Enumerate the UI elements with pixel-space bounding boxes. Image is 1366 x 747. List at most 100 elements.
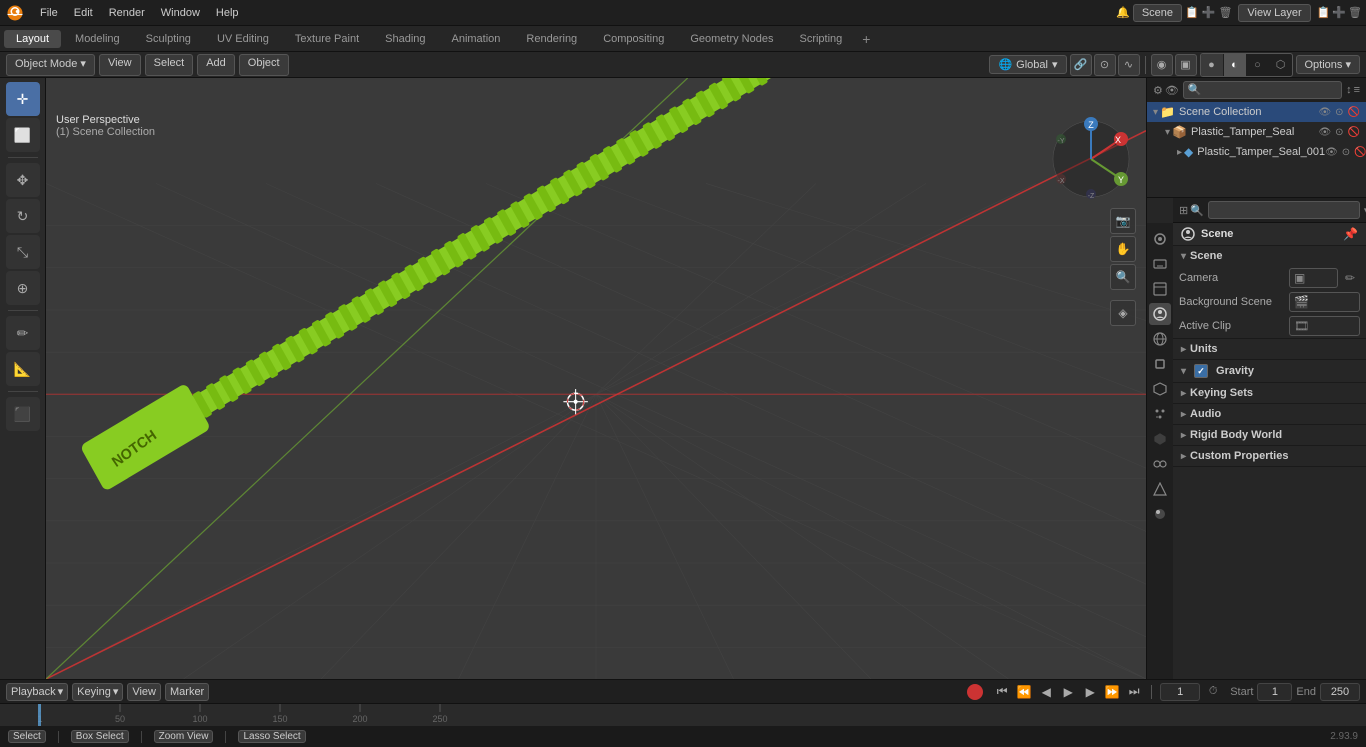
record-button[interactable] [967, 684, 983, 700]
prop-tab-scene[interactable] [1149, 303, 1171, 325]
object-menu[interactable]: Object [239, 54, 289, 76]
end-frame-input[interactable]: 250 [1320, 683, 1360, 701]
props-search-input[interactable] [1208, 201, 1360, 219]
tool-select-box[interactable]: ⬜ [6, 118, 40, 152]
rendered-shading[interactable]: ○ [1247, 54, 1269, 76]
start-frame-input[interactable]: 1 [1257, 683, 1292, 701]
transport-jump-end[interactable]: ⏭ [1125, 683, 1143, 701]
view-layer-selector[interactable]: View Layer [1238, 4, 1310, 22]
transport-jump-start[interactable]: ⏮ [993, 683, 1011, 701]
tool-scale[interactable]: ⤡ [6, 235, 40, 269]
tool-rotate[interactable]: ↻ [6, 199, 40, 233]
prop-tab-particles[interactable] [1149, 403, 1171, 425]
select-menu[interactable]: Select [145, 54, 194, 76]
transform-selector[interactable]: 🌐 Global ▾ [989, 55, 1066, 74]
overlay-toggle[interactable]: ◉ [1151, 54, 1173, 76]
options-dropdown[interactable]: Options ▾ [1296, 55, 1361, 74]
prop-tab-modifier[interactable] [1149, 378, 1171, 400]
tab-sculpting[interactable]: Sculpting [134, 30, 203, 48]
transport-next-frame[interactable]: ▶ [1081, 683, 1099, 701]
playback-dropdown[interactable]: Playback ▾ [6, 683, 68, 701]
menu-edit[interactable]: Edit [66, 5, 101, 21]
gravity-section-header[interactable]: ▾ ✓ Gravity [1173, 360, 1366, 382]
outliner-action-view[interactable]: 👁 [1318, 107, 1331, 118]
tab-uv-editing[interactable]: UV Editing [205, 30, 281, 48]
audio-section-header[interactable]: ▸ Audio [1173, 404, 1366, 424]
prop-tab-world[interactable] [1149, 328, 1171, 350]
snap-toggle[interactable]: 🔗 [1070, 54, 1092, 76]
add-workspace-button[interactable]: + [856, 29, 876, 49]
tab-layout[interactable]: Layout [4, 30, 61, 48]
menu-file[interactable]: File [32, 5, 66, 21]
tool-annotate[interactable]: ✏ [6, 316, 40, 350]
view-menu[interactable]: View [99, 54, 141, 76]
tab-geometry-nodes[interactable]: Geometry Nodes [678, 30, 785, 48]
proportional-falloff[interactable]: ∿ [1118, 54, 1140, 76]
outliner-item-1[interactable]: ▸ ◆ Plastic_Tamper_Seal_001 👁 ⊙ 🚫 [1147, 142, 1366, 162]
tab-animation[interactable]: Animation [440, 30, 513, 48]
tab-scripting[interactable]: Scripting [787, 30, 854, 48]
menu-render[interactable]: Render [101, 5, 153, 21]
outliner-item1-hide[interactable]: 🚫 [1354, 147, 1366, 158]
keying-sets-header[interactable]: ▸ Keying Sets [1173, 383, 1366, 403]
camera-edit-icon[interactable]: ✏ [1340, 268, 1360, 288]
transport-next-keyframe[interactable]: ⏩ [1103, 683, 1121, 701]
outliner-item0-hide[interactable]: 🚫 [1348, 127, 1360, 138]
add-menu[interactable]: Add [197, 54, 235, 76]
transport-prev-keyframe[interactable]: ⏪ [1015, 683, 1033, 701]
outliner-icon-filter[interactable]: ⚙ [1153, 84, 1163, 97]
prop-tab-data[interactable] [1149, 478, 1171, 500]
prop-tab-constraints[interactable] [1149, 453, 1171, 475]
rigid-body-header[interactable]: ▸ Rigid Body World [1173, 425, 1366, 445]
outliner-action-select[interactable]: ⊙ [1335, 107, 1343, 118]
material-preview[interactable]: ◐ [1224, 54, 1246, 76]
current-frame-display[interactable]: 1 [1160, 683, 1200, 701]
tab-compositing[interactable]: Compositing [591, 30, 676, 48]
prop-tab-object[interactable] [1149, 353, 1171, 375]
props-pin-icon[interactable]: 📌 [1343, 227, 1358, 241]
props-header-icon2[interactable]: 🔍 [1190, 204, 1204, 217]
camera-value[interactable]: ▣ [1289, 268, 1338, 288]
prop-tab-render[interactable] [1149, 228, 1171, 250]
xray-toggle[interactable]: ▣ [1175, 54, 1197, 76]
outliner-filter[interactable]: ≡ [1354, 84, 1360, 96]
tab-modeling[interactable]: Modeling [63, 30, 132, 48]
marker-dropdown[interactable]: Marker [165, 683, 209, 701]
keying-dropdown[interactable]: Keying ▾ [72, 683, 123, 701]
tool-cursor[interactable]: ✛ [6, 82, 40, 116]
viewport-hand-tool[interactable]: ✋ [1110, 236, 1136, 262]
outliner-item-0[interactable]: ▾ 📦 Plastic_Tamper_Seal 👁 ⊙ 🚫 [1147, 122, 1366, 142]
outliner-action-hide[interactable]: 🚫 [1348, 107, 1360, 118]
background-scene-value[interactable]: 🎬 [1289, 292, 1360, 312]
tool-add-cube[interactable]: ⬛ [6, 397, 40, 431]
prop-tab-output[interactable] [1149, 253, 1171, 275]
outliner-collection-row[interactable]: ▾ 📁 Scene Collection 👁 ⊙ 🚫 [1147, 102, 1366, 122]
prop-tab-physics[interactable] [1149, 428, 1171, 450]
viewport-zoom-tool[interactable]: 🔍 [1110, 264, 1136, 290]
tool-measure[interactable]: 📐 [6, 352, 40, 386]
active-clip-value[interactable]: 🎞 [1289, 316, 1360, 336]
menu-window[interactable]: Window [153, 5, 208, 21]
outliner-item0-view[interactable]: 👁 [1318, 127, 1331, 138]
prop-tab-view-layer[interactable] [1149, 278, 1171, 300]
object-mode-selector[interactable]: Object Mode ▾ [6, 54, 95, 76]
outliner-sort[interactable]: ↕ [1346, 84, 1352, 96]
nav-gizmo[interactable]: X Y Z -X -Y -Z [1046, 114, 1136, 204]
custom-props-header[interactable]: ▸ Custom Properties [1173, 446, 1366, 466]
view-dropdown[interactable]: View [127, 683, 161, 701]
tab-rendering[interactable]: Rendering [514, 30, 589, 48]
gravity-checkbox[interactable]: ✓ [1194, 364, 1208, 378]
scene-selector[interactable]: Scene [1133, 4, 1182, 22]
proportional-edit[interactable]: ⊙ [1094, 54, 1116, 76]
tab-shading[interactable]: Shading [373, 30, 437, 48]
outliner-item0-select[interactable]: ⊙ [1335, 127, 1343, 138]
viewport-overlay-tool[interactable]: ◈ [1110, 300, 1136, 326]
prop-tab-material[interactable] [1149, 503, 1171, 525]
frame-ruler[interactable]: 1 50 100 150 200 250 [0, 704, 1366, 726]
tab-texture-paint[interactable]: Texture Paint [283, 30, 371, 48]
units-section-header[interactable]: ▸ Units [1173, 339, 1366, 359]
outliner-item1-view[interactable]: 👁 [1325, 147, 1338, 158]
outliner-search[interactable] [1183, 81, 1342, 99]
outliner-icon-view[interactable]: 👁 [1165, 84, 1179, 97]
3d-viewport[interactable]: NOTCH [46, 78, 1146, 679]
